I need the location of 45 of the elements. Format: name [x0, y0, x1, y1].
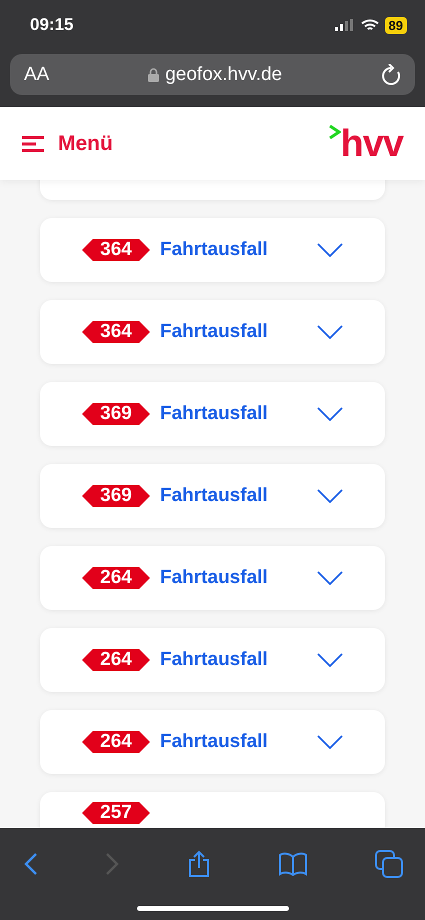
disruption-title: Fahrtausfall [160, 731, 269, 753]
disruption-card[interactable]: 264 Fahrtausfall [40, 628, 385, 692]
line-badge: 264 [82, 567, 150, 589]
chevron-icon[interactable] [317, 735, 343, 749]
book-icon[interactable] [278, 852, 308, 876]
disruption-card[interactable]: 264 Fahrtausfall [40, 546, 385, 610]
disruption-title: Fahrtausfall [160, 567, 269, 589]
lock-icon [148, 68, 160, 82]
line-badge: 369 [82, 403, 150, 425]
disruption-card[interactable]: 364 Fahrtausfall [40, 300, 385, 364]
line-badge: 257 [82, 802, 150, 824]
disruption-title: Fahrtausfall [160, 403, 269, 425]
disruption-title: Fahrtausfall [160, 239, 269, 261]
disruption-title: Fahrtausfall [160, 321, 269, 343]
disruption-card[interactable]: 364 Fahrtausfall [40, 218, 385, 282]
battery-level: 89 [384, 16, 407, 34]
line-badge: 364 [82, 239, 150, 261]
hvv-logo[interactable]: hvv [340, 124, 403, 162]
line-badge: 369 [82, 485, 150, 507]
share-icon[interactable] [186, 850, 210, 878]
tabs-icon[interactable] [375, 850, 403, 878]
menu-button[interactable]: Menü [22, 132, 113, 156]
chevron-icon[interactable] [317, 325, 343, 339]
clock-time: 09:15 [30, 15, 74, 35]
wifi-icon [360, 18, 379, 32]
text-size-button[interactable]: AA [24, 64, 50, 86]
chevron-icon[interactable] [317, 407, 343, 421]
line-badge: 364 [82, 321, 150, 343]
line-badge: 264 [82, 731, 150, 753]
chevron-icon[interactable] [317, 571, 343, 585]
disruption-title: Fahrtausfall [160, 649, 269, 671]
chevron-icon[interactable] [317, 489, 343, 503]
disruption-card[interactable]: 369 Fahrtausfall [40, 382, 385, 446]
url-text[interactable]: geofox.hvv.de [165, 64, 282, 86]
disruption-card[interactable]: 264 Fahrtausfall [40, 710, 385, 774]
line-badge: 264 [82, 649, 150, 671]
disruption-card[interactable]: 369 Fahrtausfall [40, 464, 385, 528]
chevron-icon[interactable] [317, 653, 343, 667]
menu-icon [22, 136, 44, 152]
signal-icon [334, 19, 355, 31]
disruption-card[interactable]: 257 [40, 792, 385, 828]
back-icon[interactable] [24, 852, 38, 876]
reload-icon[interactable] [381, 64, 401, 86]
chevron-icon[interactable] [317, 243, 343, 257]
disruption-title: Fahrtausfall [160, 485, 269, 507]
